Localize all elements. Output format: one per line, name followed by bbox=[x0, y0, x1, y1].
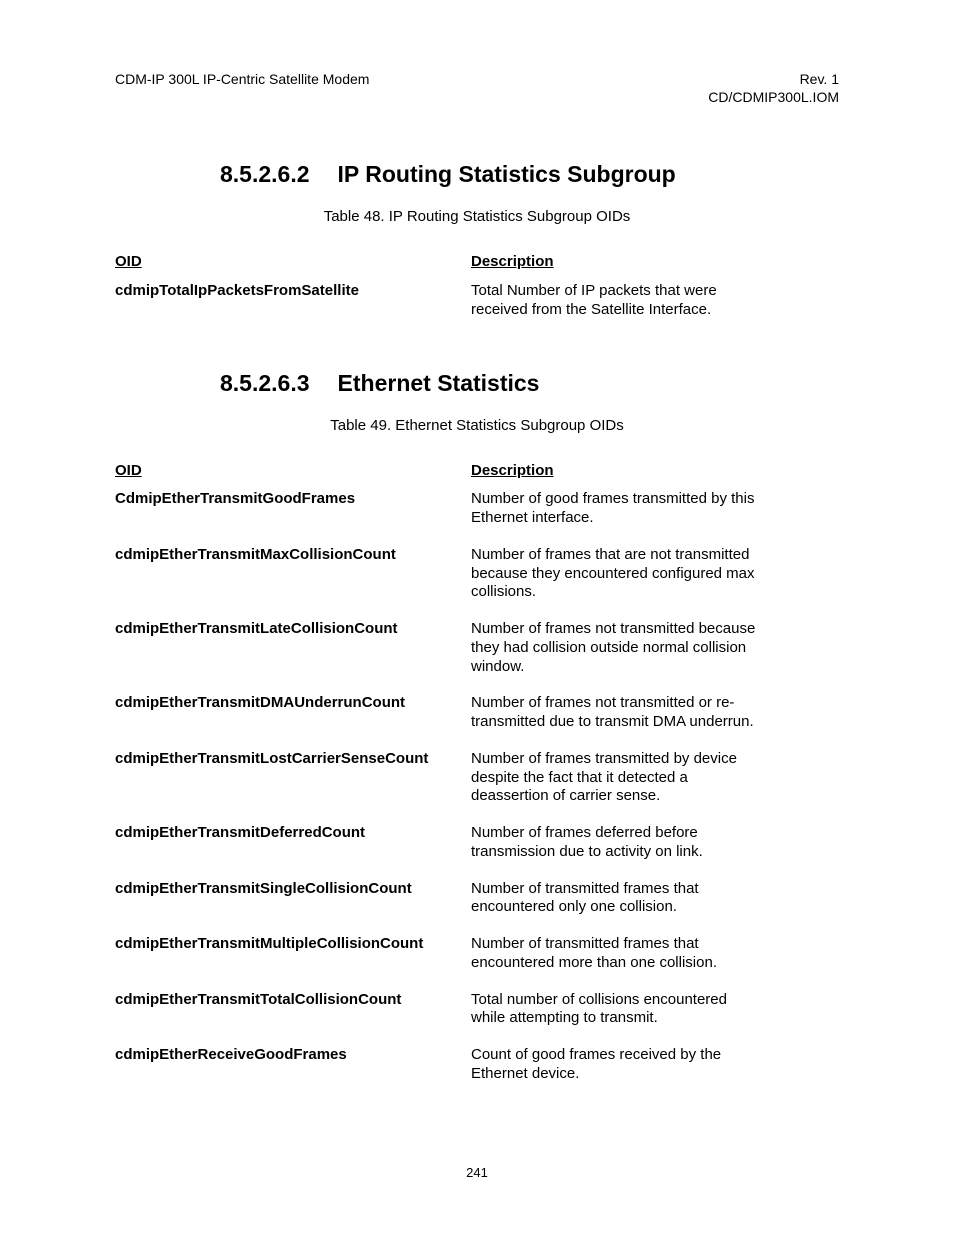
oid-name: cdmipEtherTransmitDeferredCount bbox=[115, 824, 471, 841]
page-header: CDM-IP 300L IP-Centric Satellite Modem R… bbox=[115, 70, 839, 106]
section-ethernet-stats: 8.5.2.6.3 Ethernet Statistics Table 49. … bbox=[115, 370, 839, 1084]
oid-name: cdmipTotalIpPacketsFromSatellite bbox=[115, 282, 471, 299]
table-caption: Table 48. IP Routing Statistics Subgroup… bbox=[115, 208, 839, 225]
table-row: cdmipEtherTransmitLostCarrierSenseCount … bbox=[115, 750, 839, 806]
oid-description: Number of frames that are not transmitte… bbox=[471, 546, 761, 602]
revision: Rev. 1 bbox=[708, 70, 839, 88]
oid-description: Number of frames deferred before transmi… bbox=[471, 824, 761, 862]
page: CDM-IP 300L IP-Centric Satellite Modem R… bbox=[0, 0, 954, 1235]
oid-name: cdmipEtherTransmitMaxCollisionCount bbox=[115, 546, 471, 563]
table-row: cdmipEtherTransmitLateCollisionCount Num… bbox=[115, 620, 839, 676]
section-number: 8.5.2.6.3 bbox=[115, 370, 310, 397]
oid-table: OID Description cdmipTotalIpPacketsFromS… bbox=[115, 253, 839, 319]
col-header-oid: OID bbox=[115, 462, 471, 479]
oid-description: Number of frames transmitted by device d… bbox=[471, 750, 761, 806]
table-row: cdmipTotalIpPacketsFromSatellite Total N… bbox=[115, 282, 839, 320]
oid-table: OID Description CdmipEtherTransmitGoodFr… bbox=[115, 462, 839, 1084]
section-ip-routing: 8.5.2.6.2 IP Routing Statistics Subgroup… bbox=[115, 161, 839, 319]
table-row: cdmipEtherTransmitDeferredCount Number o… bbox=[115, 824, 839, 862]
table-caption: Table 49. Ethernet Statistics Subgroup O… bbox=[115, 417, 839, 434]
col-header-description: Description bbox=[471, 253, 761, 272]
oid-description: Count of good frames received by the Eth… bbox=[471, 1046, 761, 1084]
oid-name: cdmipEtherTransmitLateCollisionCount bbox=[115, 620, 471, 637]
table-row: cdmipEtherReceiveGoodFrames Count of goo… bbox=[115, 1046, 839, 1084]
oid-description: Number of frames not transmitted because… bbox=[471, 620, 761, 676]
doc-title: CDM-IP 300L IP-Centric Satellite Modem bbox=[115, 70, 369, 106]
table-row: cdmipEtherTransmitTotalCollisionCount To… bbox=[115, 991, 839, 1029]
table-row: CdmipEtherTransmitGoodFrames Number of g… bbox=[115, 490, 839, 528]
table-row: cdmipEtherTransmitDMAUnderrunCount Numbe… bbox=[115, 694, 839, 732]
section-number: 8.5.2.6.2 bbox=[115, 161, 310, 188]
section-heading: Ethernet Statistics bbox=[310, 370, 540, 397]
table-header-row: OID Description bbox=[115, 253, 839, 272]
oid-description: Number of transmitted frames that encoun… bbox=[471, 935, 761, 973]
oid-name: cdmipEtherTransmitSingleCollisionCount bbox=[115, 880, 471, 897]
table-header-row: OID Description bbox=[115, 462, 839, 481]
oid-description: Number of good frames transmitted by thi… bbox=[471, 490, 761, 528]
oid-description: Total number of collisions encountered w… bbox=[471, 991, 761, 1029]
oid-name: cdmipEtherTransmitTotalCollisionCount bbox=[115, 991, 471, 1008]
section-heading: IP Routing Statistics Subgroup bbox=[310, 161, 676, 188]
oid-description: Number of transmitted frames that encoun… bbox=[471, 880, 761, 918]
oid-name: cdmipEtherReceiveGoodFrames bbox=[115, 1046, 471, 1063]
oid-name: cdmipEtherTransmitMultipleCollisionCount bbox=[115, 935, 471, 952]
table-row: cdmipEtherTransmitMultipleCollisionCount… bbox=[115, 935, 839, 973]
oid-name: CdmipEtherTransmitGoodFrames bbox=[115, 490, 471, 507]
oid-description: Total Number of IP packets that were rec… bbox=[471, 282, 761, 320]
oid-description: Number of frames not transmitted or re-t… bbox=[471, 694, 761, 732]
table-row: cdmipEtherTransmitSingleCollisionCount N… bbox=[115, 880, 839, 918]
table-row: cdmipEtherTransmitMaxCollisionCount Numb… bbox=[115, 546, 839, 602]
col-header-oid: OID bbox=[115, 253, 471, 270]
page-number: 241 bbox=[0, 1165, 954, 1180]
oid-name: cdmipEtherTransmitDMAUnderrunCount bbox=[115, 694, 471, 711]
col-header-description: Description bbox=[471, 462, 761, 481]
doc-id: CD/CDMIP300L.IOM bbox=[708, 88, 839, 106]
oid-name: cdmipEtherTransmitLostCarrierSenseCount bbox=[115, 750, 471, 767]
